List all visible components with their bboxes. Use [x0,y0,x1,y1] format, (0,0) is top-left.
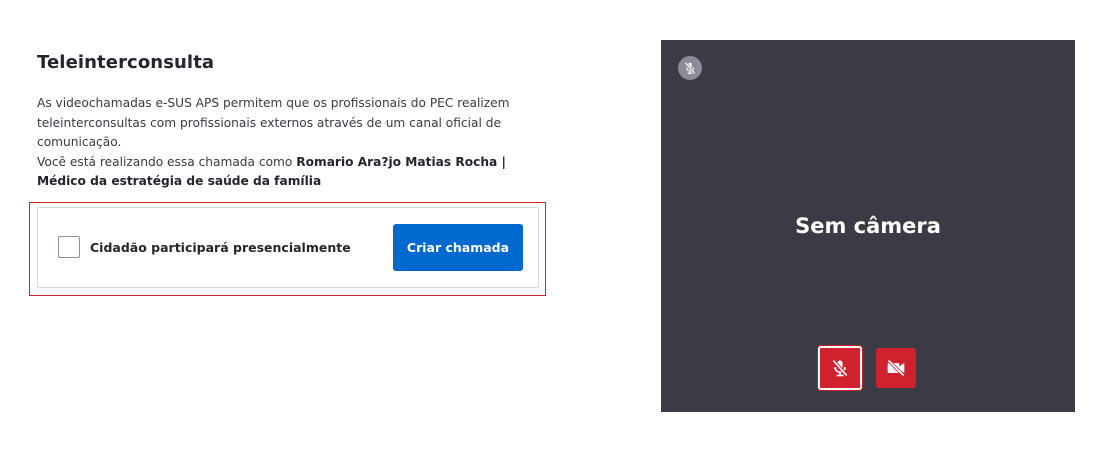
current-user-prefix: Você está realizando essa chamada como [37,154,297,169]
create-call-button[interactable]: Criar chamada [393,224,523,271]
in-person-checkbox[interactable] [58,236,80,258]
mic-off-status-icon [678,56,702,80]
mic-off-icon [832,359,848,377]
video-preview: Sem câmera [661,40,1075,412]
toggle-mic-button[interactable] [818,346,862,390]
page: Teleinterconsulta As videochamadas e-SUS… [0,0,1115,451]
toggle-camera-button[interactable] [876,348,916,388]
in-person-checkbox-label[interactable]: Cidadão participará presencialmente [90,240,351,255]
in-person-checkbox-field[interactable]: Cidadão participará presencialmente [58,236,351,258]
no-camera-label: Sem câmera [795,214,941,238]
page-title: Teleinterconsulta [37,52,215,73]
current-user-line: Você está realizando essa chamada como R… [37,153,537,192]
camera-off-icon [887,359,905,377]
description-text: As videochamadas e-SUS APS permitem que … [37,96,510,149]
description: As videochamadas e-SUS APS permitem que … [37,94,537,192]
